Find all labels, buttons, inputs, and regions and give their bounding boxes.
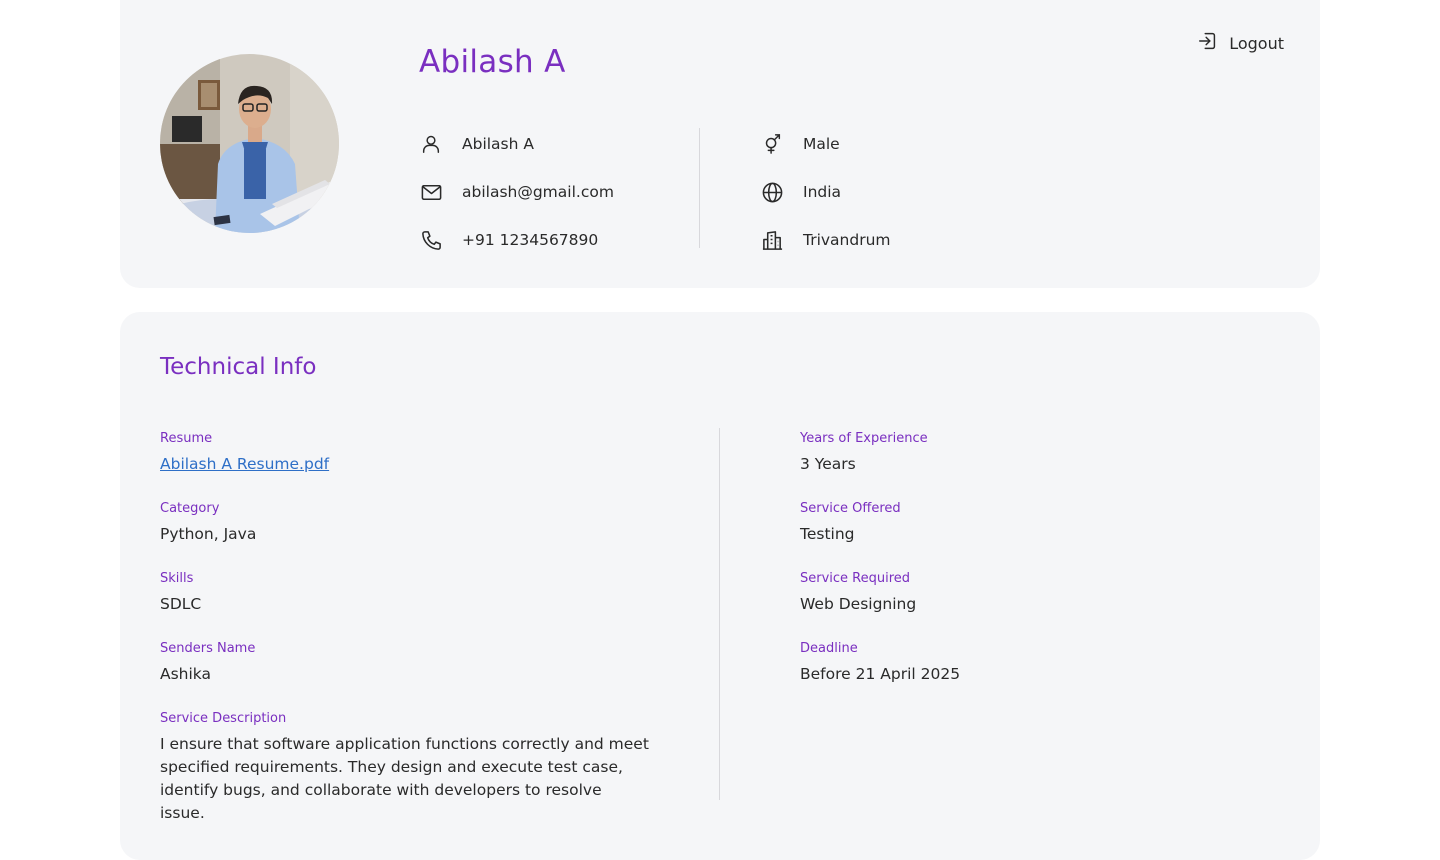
- field-skills: Skills SDLC: [160, 570, 660, 640]
- field-value: Before 21 April 2025: [800, 665, 961, 683]
- field-resume: Resume Abilash A Resume.pdf: [160, 430, 660, 500]
- field-service-description: Service Description I ensure that softwa…: [160, 710, 660, 822]
- field-category: Category Python, Java: [160, 500, 660, 570]
- phone-text: +91 1234567890: [462, 231, 599, 249]
- logout-label: Logout: [1229, 33, 1284, 53]
- country-text: India: [803, 183, 842, 201]
- field-value: I ensure that software application funct…: [160, 735, 649, 822]
- mail-icon: [419, 180, 443, 204]
- section-title: Technical Info: [160, 354, 317, 380]
- gender-text: Male: [803, 135, 840, 153]
- resume-link[interactable]: Abilash A Resume.pdf: [160, 453, 660, 475]
- technical-info-card: Technical Info Resume Abilash A Resume.p…: [120, 312, 1320, 860]
- city-text: Trivandrum: [803, 231, 891, 249]
- field-label: Skills: [160, 571, 194, 586]
- info-row-phone: +91 1234567890: [419, 216, 614, 264]
- technical-left-column: Resume Abilash A Resume.pdf Category Pyt…: [160, 430, 660, 822]
- phone-icon: [419, 228, 443, 252]
- field-label: Years of Experience: [800, 431, 928, 446]
- building-icon: [760, 228, 784, 252]
- field-service-offered: Service Offered Testing: [800, 500, 1280, 570]
- field-value: 3 Years: [800, 455, 856, 473]
- profile-name: Abilash A: [419, 44, 566, 80]
- user-icon: [419, 132, 443, 156]
- field-label: Service Offered: [800, 501, 901, 516]
- info-row-country: India: [760, 168, 891, 216]
- info-row-gender: Male: [760, 120, 891, 168]
- info-row-username: Abilash A: [419, 120, 614, 168]
- logout-button[interactable]: Logout: [1197, 30, 1284, 56]
- field-label: Category: [160, 501, 220, 516]
- logout-icon: [1197, 30, 1219, 56]
- field-deadline: Deadline Before 21 April 2025: [800, 640, 1280, 710]
- field-value: Testing: [800, 525, 855, 543]
- username-text: Abilash A: [462, 135, 534, 153]
- gender-icon: [760, 132, 784, 156]
- profile-divider: [699, 128, 700, 248]
- technical-divider: [719, 428, 720, 800]
- email-text: abilash@gmail.com: [462, 183, 614, 201]
- field-service-required: Service Required Web Designing: [800, 570, 1280, 640]
- field-value: SDLC: [160, 595, 202, 613]
- globe-icon: [760, 180, 784, 204]
- profile-card: Abilash A Logout Abilash A abilash@gmail…: [120, 0, 1320, 288]
- field-value: Python, Java: [160, 525, 257, 543]
- contact-info-right: Male India Trivandrum: [760, 120, 891, 264]
- info-row-email: abilash@gmail.com: [419, 168, 614, 216]
- info-row-city: Trivandrum: [760, 216, 891, 264]
- field-experience: Years of Experience 3 Years: [800, 430, 1280, 500]
- technical-right-column: Years of Experience 3 Years Service Offe…: [800, 430, 1280, 710]
- field-label: Deadline: [800, 641, 858, 656]
- field-label: Resume: [160, 431, 213, 446]
- field-label: Service Description: [160, 711, 287, 726]
- field-senders-name: Senders Name Ashika: [160, 640, 660, 710]
- field-value: Ashika: [160, 665, 212, 683]
- contact-info-left: Abilash A abilash@gmail.com +91 12345678…: [419, 120, 614, 264]
- field-label: Service Required: [800, 571, 911, 586]
- field-label: Senders Name: [160, 641, 256, 656]
- field-value: Web Designing: [800, 595, 917, 613]
- profile-avatar: [160, 54, 339, 233]
